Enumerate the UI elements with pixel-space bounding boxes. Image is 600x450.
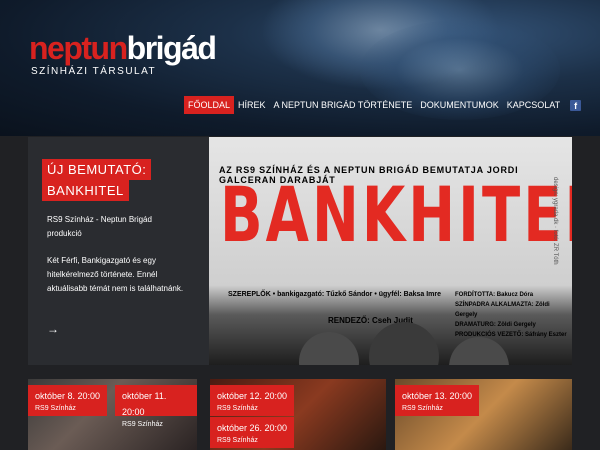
event-cards: október 8. 20:00 RS9 Színház október 11.… bbox=[0, 379, 600, 450]
event-date-badge[interactable]: október 8. 20:00 RS9 Színház bbox=[28, 385, 108, 416]
site-header: neptunbrigád SZÍNHÁZI TÁRSULAT FŐOLDAL H… bbox=[0, 0, 600, 136]
premiere-tag: ÚJ BEMUTATÓ: bbox=[42, 159, 152, 180]
event-date-badge[interactable]: október 26. 20:00 RS9 Színház bbox=[210, 417, 295, 448]
event-date: október 11. 20:00 bbox=[122, 391, 167, 417]
poster-credit: DRAMATURG: Zöldi Gergely bbox=[455, 322, 536, 328]
poster-credit: SZÍNPADRA ALKALMAZTA: Zöldi Gergely bbox=[455, 302, 550, 318]
event-date: október 26. 20:00 bbox=[217, 423, 288, 433]
event-date-badge[interactable]: október 12. 20:00 RS9 Színház bbox=[210, 385, 295, 416]
poster-image[interactable]: AZ RS9 SZÍNHÁZ ÉS A NEPTUN BRIGÁD BEMUTA… bbox=[209, 137, 572, 365]
event-date: október 13. 20:00 bbox=[402, 391, 473, 401]
production-note: RS9 Színház - Neptun Brigád produkció bbox=[47, 215, 152, 238]
featured-text: ÚJ BEMUTATÓ: BANKHITEL RS9 Színház - Nep… bbox=[28, 137, 209, 365]
event-card[interactable]: október 8. 20:00 RS9 Színház október 11.… bbox=[28, 379, 197, 450]
nav-item-contact[interactable]: KAPCSOLAT bbox=[503, 96, 564, 114]
event-date-badge[interactable]: október 13. 20:00 RS9 Színház bbox=[395, 385, 480, 416]
event-date: október 12. 20:00 bbox=[217, 391, 288, 401]
nav-item-news[interactable]: HÍREK bbox=[234, 96, 270, 114]
poster-side-credit: design: ygrada.dk · fotó: ZR Tóth bbox=[552, 177, 558, 265]
event-date-badge[interactable]: október 11. 20:00 RS9 Színház bbox=[115, 385, 197, 428]
poster-cast: SZEREPLŐK • bankigazgató: Tűzkő Sándor •… bbox=[228, 291, 441, 298]
event-card[interactable]: október 13. 20:00 RS9 Színház bbox=[395, 379, 572, 450]
nav-item-history[interactable]: A NEPTUN BRIGÁD TÖRTÉNETE bbox=[270, 96, 417, 114]
poster-credits: FORDÍTOTTA: Bakucz Dóra SZÍNPADRA ALKALM… bbox=[455, 290, 572, 340]
premiere-title-tag[interactable]: BANKHITEL bbox=[42, 180, 129, 201]
arrow-right-icon[interactable]: → bbox=[47, 322, 59, 336]
main-nav: FŐOLDAL HÍREK A NEPTUN BRIGÁD TÖRTÉNETE … bbox=[184, 96, 582, 114]
actor-face bbox=[369, 322, 439, 365]
event-date: október 8. 20:00 bbox=[35, 391, 101, 401]
event-venue: RS9 Színház bbox=[402, 405, 443, 412]
event-venue: RS9 Színház bbox=[217, 437, 258, 444]
actor-face bbox=[299, 332, 359, 365]
event-card[interactable]: október 12. 20:00 RS9 Színház október 26… bbox=[210, 379, 386, 450]
actor-face bbox=[449, 337, 509, 365]
event-venue: RS9 Színház bbox=[35, 405, 76, 412]
facebook-icon[interactable]: f bbox=[570, 99, 582, 111]
nav-item-documents[interactable]: DOKUMENTUMOK bbox=[416, 96, 503, 114]
nav-item-home[interactable]: FŐOLDAL bbox=[184, 96, 235, 114]
featured-premiere: ÚJ BEMUTATÓ: BANKHITEL RS9 Színház - Nep… bbox=[28, 137, 572, 365]
featured-description: Két Férfi, Bankigazgató és egy hitelkére… bbox=[47, 256, 184, 293]
event-venue: RS9 Színház bbox=[122, 421, 163, 428]
site-logo[interactable]: neptunbrigád bbox=[29, 30, 217, 66]
site-subtitle: SZÍNHÁZI TÁRSULAT bbox=[31, 66, 157, 77]
event-venue: RS9 Színház bbox=[217, 405, 258, 412]
poster-credit: FORDÍTOTTA: Bakucz Dóra bbox=[455, 292, 534, 298]
poster-title: BANKHITEL bbox=[220, 172, 572, 260]
